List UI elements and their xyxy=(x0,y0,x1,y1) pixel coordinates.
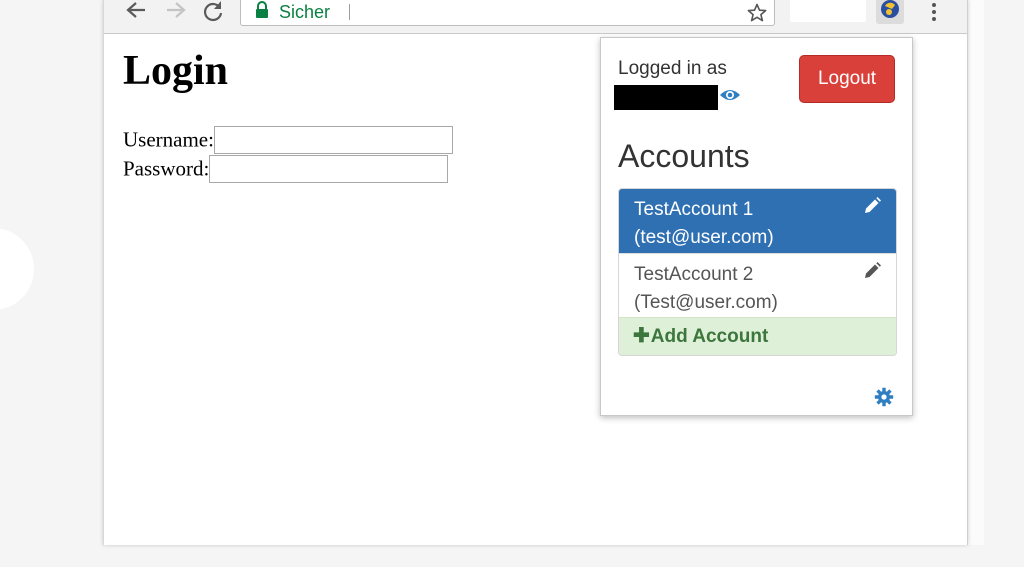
add-account-label: Add Account xyxy=(650,326,769,347)
background-circle xyxy=(0,228,34,310)
star-icon[interactable] xyxy=(747,3,767,27)
omnibox-divider xyxy=(349,4,350,20)
account-name: TestAccount 1 xyxy=(634,199,754,220)
page-content: Login Username: Password: Logged in as L… xyxy=(104,34,967,545)
secure-label: Sicher xyxy=(279,2,331,22)
account-email: (Test@user.com) xyxy=(634,292,778,313)
account-item[interactable]: TestAccount 2 (Test@user.com) xyxy=(619,253,896,317)
back-arrow-icon[interactable] xyxy=(124,0,148,22)
username-row: Username: xyxy=(123,126,453,155)
username-input[interactable] xyxy=(213,126,453,155)
menu-dots-icon[interactable] xyxy=(930,2,938,26)
pencil-icon[interactable] xyxy=(862,261,882,290)
forward-arrow-icon[interactable] xyxy=(164,0,188,22)
accounts-heading: Accounts xyxy=(618,138,750,174)
toolbar-blank-area xyxy=(790,0,866,22)
extension-popup: Logged in as Logout Accounts TestAccount… xyxy=(600,37,913,416)
password-label: Password: xyxy=(123,156,210,181)
redacted-username xyxy=(614,85,718,110)
username-label: Username: xyxy=(123,127,214,152)
accounts-list: TestAccount 1 (test@user.com) TestAccoun… xyxy=(618,188,897,356)
password-row: Password: xyxy=(123,155,449,184)
browser-toolbar: Sicher xyxy=(104,0,967,34)
account-email: (test@user.com) xyxy=(634,227,774,248)
logout-button[interactable]: Logout xyxy=(799,55,895,103)
add-account-button[interactable]: ✚Add Account xyxy=(619,317,896,355)
logged-in-label: Logged in as xyxy=(618,58,727,79)
password-input[interactable] xyxy=(209,155,449,184)
account-item[interactable]: TestAccount 1 (test@user.com) xyxy=(619,189,896,253)
account-name: TestAccount 2 xyxy=(634,264,754,285)
page-title: Login xyxy=(123,48,229,94)
reload-icon[interactable] xyxy=(202,0,226,22)
plus-icon: ✚ xyxy=(633,325,650,347)
address-bar[interactable]: Sicher xyxy=(240,0,775,26)
browser-window: Sicher Login Username: Password: Logged … xyxy=(103,0,968,545)
extension-icon[interactable] xyxy=(876,0,904,24)
pencil-icon[interactable] xyxy=(862,196,882,225)
eye-icon[interactable] xyxy=(719,87,741,108)
lock-icon xyxy=(255,1,269,23)
background-strip xyxy=(966,0,984,545)
gear-icon[interactable] xyxy=(874,387,894,412)
